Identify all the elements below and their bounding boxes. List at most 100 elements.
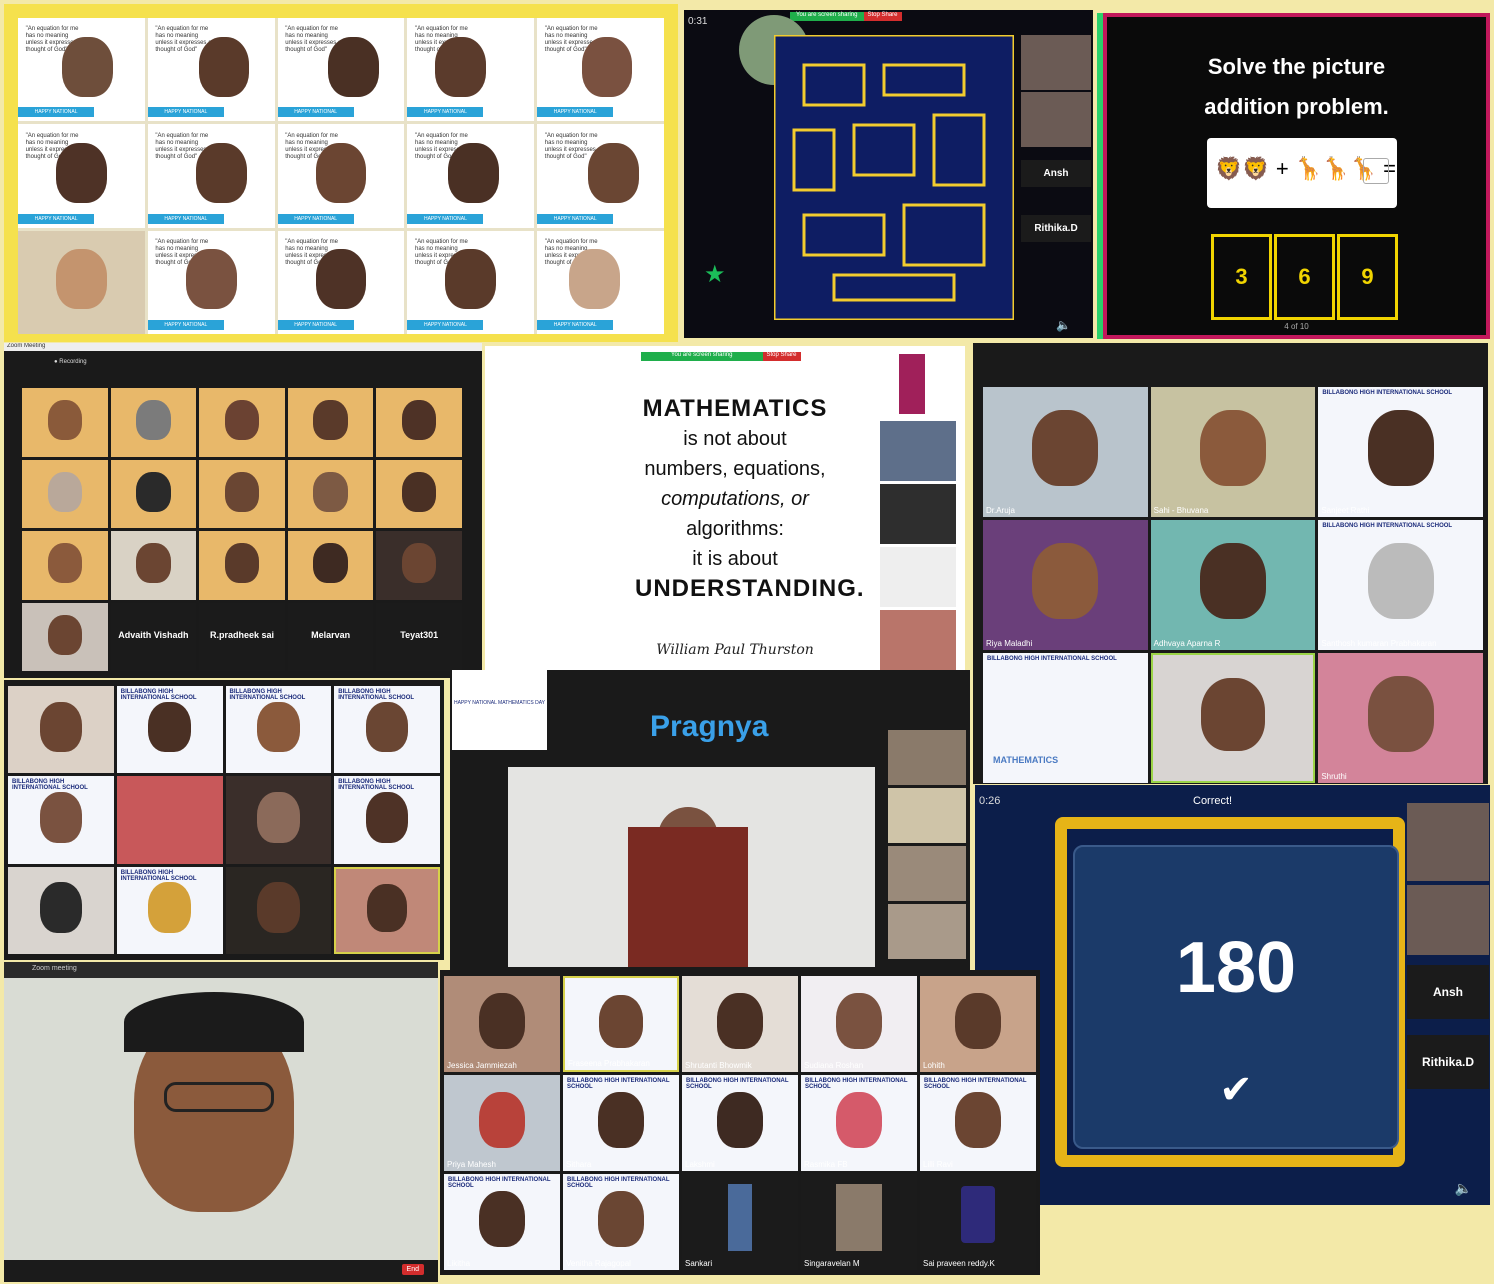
score-card: 180 ✔ (1073, 845, 1399, 1149)
video-tile[interactable] (110, 388, 197, 457)
maze-board (774, 35, 1014, 320)
video-tile[interactable] (8, 686, 114, 774)
choice-b[interactable]: 6 (1274, 234, 1335, 320)
video-tile[interactable]: "An equation for me has no meaning unles… (277, 230, 405, 334)
participant-face (47, 471, 82, 512)
video-tile[interactable] (376, 388, 462, 457)
end-button[interactable]: End (401, 1264, 424, 1275)
participant-face (328, 36, 380, 97)
video-tile[interactable]: "An equation for me has no meaning unles… (537, 124, 664, 228)
video-tile[interactable]: BILLABONG HIGH INTERNATIONAL SCHOOL (8, 776, 114, 864)
video-tile[interactable] (110, 531, 197, 600)
side-name: Rithika.D (1021, 215, 1091, 242)
video-tile[interactable]: Shrutanti Bhowmik (682, 976, 798, 1072)
poster-grid: "An equation for me has no meaning unles… (18, 18, 664, 334)
video-tile[interactable]: BILLABONG HIGH INTERNATIONAL SCHOOL Sanje… (1318, 387, 1483, 517)
video-tile[interactable] (287, 459, 374, 528)
video-tile[interactable] (22, 602, 108, 671)
timer: 0:31 (688, 16, 708, 27)
video-tile[interactable]: Shruthi (1318, 653, 1483, 783)
video-tile[interactable] (110, 459, 197, 528)
video-tile[interactable]: BILLABONG HIGH INTERNATIONAL SCHOOL (116, 686, 223, 774)
video-tile[interactable]: Advaith Vishadh (110, 602, 197, 671)
video-tile[interactable]: Priya Mahesh (444, 1075, 560, 1171)
volume-icon[interactable]: 🔈 (1455, 1180, 1472, 1197)
quiz-panel: Solve the picture addition problem. 🦁🦁 +… (1097, 13, 1490, 339)
choice-a[interactable]: 3 (1211, 234, 1272, 320)
video-tile[interactable]: "An equation for me has no meaning unles… (18, 124, 145, 228)
participant-face (224, 400, 260, 441)
video-tile[interactable] (376, 459, 462, 528)
video-tile[interactable]: Sahi - Bhuvana (1150, 387, 1316, 517)
video-tile[interactable]: BILLABONG HIGH INTERNATIONAL SCHOOL Rasmi… (801, 1075, 917, 1171)
video-tile[interactable]: "An equation for me has no meaning unles… (407, 18, 535, 122)
video-tile[interactable]: BILLABONG HIGH INTERNATIONAL SCHOOL Likit… (444, 1174, 560, 1270)
titlebar: Zoom Meeting (4, 343, 482, 351)
participant-face (478, 1191, 526, 1247)
stop-share-button[interactable]: Stop Share (762, 352, 801, 361)
side-camera (1021, 92, 1091, 147)
video-tile[interactable] (1150, 653, 1316, 783)
video-tile[interactable]: Adhvaya Aparna R (1150, 520, 1316, 650)
video-tile[interactable]: Lohith (920, 976, 1036, 1072)
video-tile[interactable] (225, 866, 332, 954)
video-tile[interactable]: BILLABONG HIGH INTERNATIONAL SCHOOL (334, 686, 440, 774)
video-tile[interactable] (22, 388, 108, 457)
video-tile[interactable]: "An equation for me has no meaning unles… (537, 230, 664, 334)
video-tile[interactable]: Melarvan (287, 602, 374, 671)
video-tile[interactable]: Teyat301 (376, 602, 462, 671)
video-tile[interactable]: Dr.Aruja (983, 387, 1148, 517)
main-video[interactable] (508, 767, 875, 967)
video-tile[interactable]: "An equation for me has no meaning unles… (147, 18, 275, 122)
video-tile[interactable]: Singaravelan M (801, 1174, 917, 1270)
accent-block (899, 354, 925, 414)
video-tile[interactable]: "An equation for me has no meaning unles… (147, 124, 275, 228)
participant-face (835, 993, 883, 1049)
video-tile[interactable]: BILLABONG HIGH INTERNATIONAL SCHOOL Venit… (563, 1174, 679, 1270)
video-tile[interactable]: Sudiana Roshan (801, 976, 917, 1072)
video-tile[interactable]: BILLABONG HIGH INTERNATIONAL SCHOOL (116, 866, 223, 954)
video-tile[interactable] (287, 388, 374, 457)
video-tile[interactable] (376, 531, 462, 600)
volume-icon[interactable]: 🔈 (1056, 318, 1071, 332)
video-tile[interactable]: "An equation for me has no meaning unles… (407, 230, 535, 334)
stop-share-button[interactable]: Stop Share (863, 12, 902, 21)
video-tile[interactable] (22, 531, 108, 600)
video-tile[interactable] (22, 459, 108, 528)
video-tile[interactable]: BILLABONG HIGH INTERNATIONAL SCHOOL Lilli… (920, 1075, 1036, 1171)
video-tile[interactable] (199, 459, 285, 528)
participant-face (478, 1092, 526, 1148)
video-tile[interactable]: Jessica Jammiezah (444, 976, 560, 1072)
video-tile[interactable]: "An equation for me has no meaning unles… (277, 124, 405, 228)
video-tile[interactable]: BILLABONG HIGH INTERNATIONAL SCHOOL Sitha… (563, 1075, 679, 1171)
video-tile[interactable] (18, 230, 145, 334)
video-tile[interactable] (199, 388, 285, 457)
video-tile[interactable]: Riya Maladhi (983, 520, 1148, 650)
video-tile[interactable] (199, 531, 285, 600)
video-tile[interactable]: R.pradheek sai (199, 602, 285, 671)
participant-face (1200, 677, 1266, 751)
video-tile[interactable]: Fraseena Prabhakaran (563, 976, 679, 1072)
video-tile[interactable]: BILLABONG HIGH INTERNATIONAL SCHOOL Santh… (1318, 520, 1483, 650)
glasses-icon (164, 1082, 274, 1112)
video-tile[interactable]: Sankari (682, 1174, 798, 1270)
video-tile[interactable] (8, 866, 114, 954)
answer-box[interactable] (1363, 158, 1389, 184)
billabong-grid-left: BILLABONG HIGH INTERNATIONAL SCHOOL BILL… (4, 680, 444, 960)
video-tile[interactable]: BILLABONG HIGH INTERNATIONAL SCHOOL Laksh… (682, 1075, 798, 1171)
video-tile[interactable] (334, 866, 440, 954)
video-tile[interactable]: "An equation for me has no meaning unles… (537, 18, 664, 122)
participant-face (1367, 543, 1434, 619)
video-tile[interactable] (116, 776, 223, 864)
video-tile[interactable]: "An equation for me has no meaning unles… (18, 18, 145, 122)
video-tile[interactable]: BILLABONG HIGH INTERNATIONAL SCHOOL (225, 686, 332, 774)
video-tile[interactable]: BILLABONG HIGH INTERNATIONAL SCHOOL MATHE… (983, 653, 1148, 783)
video-tile[interactable]: "An equation for me has no meaning unles… (147, 230, 275, 334)
video-tile[interactable]: BILLABONG HIGH INTERNATIONAL SCHOOL (334, 776, 440, 864)
choice-c[interactable]: 9 (1337, 234, 1398, 320)
video-tile[interactable]: "An equation for me has no meaning unles… (407, 124, 535, 228)
video-tile[interactable]: "An equation for me has no meaning unles… (277, 18, 405, 122)
video-tile[interactable] (225, 776, 332, 864)
video-tile[interactable]: Sai praveen reddy.K (920, 1174, 1036, 1270)
video-tile[interactable] (287, 531, 374, 600)
